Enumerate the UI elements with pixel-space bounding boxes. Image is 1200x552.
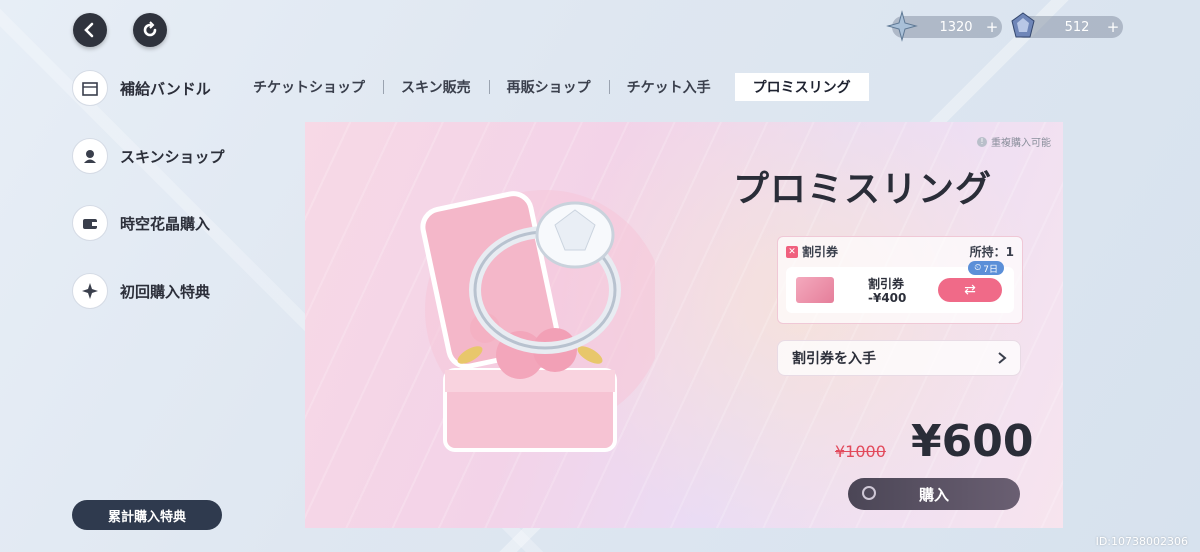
coupon-header: ✕ 割引券 所持：1: [786, 243, 1014, 260]
compass-icon: [72, 273, 108, 309]
refresh-button[interactable]: [133, 13, 167, 47]
product-title: プロミスリング: [733, 169, 993, 210]
tab-ticket-shop[interactable]: チケットショップ: [235, 73, 383, 101]
swap-coupon-button[interactable]: ⇄: [938, 278, 1002, 302]
sidebar-item-label: 初回購入特典: [120, 282, 211, 301]
swap-icon: ⇄: [964, 282, 976, 298]
sidebar-item-crystal-purchase[interactable]: 時空花晶購入: [72, 203, 210, 243]
currency-star-crystal: 1320 +: [886, 10, 1002, 42]
cumulative-purchase-bonus-button[interactable]: 累計購入特典: [72, 500, 222, 530]
coupon-tag-icon: ✕: [786, 245, 798, 258]
sidebar-item-skin-shop[interactable]: スキンショップ: [72, 136, 225, 176]
coupon-expiry-badge: ⏲ 7日: [968, 261, 1004, 275]
tab-get-ticket[interactable]: チケット入手: [608, 73, 729, 101]
info-icon: !: [977, 136, 987, 147]
coupon-card[interactable]: 割引券 -¥400 ⏲ 7日 ⇄: [786, 261, 1014, 313]
currency-blue-crystal: 512 +: [1011, 12, 1123, 38]
refresh-icon: [143, 21, 157, 37]
duplicate-purchase-note: ! 重複購入可能: [977, 134, 1051, 149]
sale-price: ¥600: [911, 416, 1034, 467]
star-crystal-icon: [886, 10, 918, 42]
buy-button[interactable]: 購入: [848, 478, 1020, 510]
currency-value: 512: [1064, 19, 1090, 35]
coupon-ticket-icon: [796, 277, 834, 303]
clock-icon: ⏲: [974, 263, 982, 273]
coupon-days-text: 7日: [983, 264, 998, 275]
original-price: ¥1000: [835, 442, 886, 461]
add-currency-button[interactable]: +: [1103, 18, 1123, 36]
coupon-value: -¥400: [868, 291, 907, 305]
coupon-panel: ✕ 割引券 所持：1 割引券 -¥400 ⏲ 7日 ⇄: [777, 236, 1023, 324]
tab-skin-sale[interactable]: スキン販売: [383, 73, 489, 101]
ring-box-illustration: [420, 190, 655, 452]
sidebar-item-label: 補給バンドル: [120, 79, 211, 98]
sidebar-item-label: 時空花晶購入: [120, 214, 211, 233]
chevron-right-icon: [998, 352, 1007, 364]
coupon-owned: 所持：1: [969, 245, 1014, 259]
add-currency-button[interactable]: +: [982, 18, 1002, 36]
buy-ring-icon: [862, 486, 876, 500]
duplicate-note-text: 重複購入可能: [991, 138, 1051, 149]
sidebar-item-supply-bundle[interactable]: 補給バンドル: [72, 68, 211, 108]
user-id: ID:10738002306: [1095, 535, 1188, 548]
product-card: ! 重複購入可能 プロミスリング ✕ 割引券 所持：1 割引券 -¥400 ⏲ …: [305, 122, 1063, 528]
coupon-label: ✕ 割引券: [786, 243, 838, 260]
shop-tabs: チケットショップ スキン販売 再販ショップ チケット入手 プロミスリング: [235, 73, 869, 101]
get-coupon-button[interactable]: 割引券を入手: [777, 340, 1021, 376]
calendar-icon: [72, 70, 108, 106]
chevron-left-icon: [84, 22, 94, 38]
back-button[interactable]: [73, 13, 107, 47]
sidebar-item-first-purchase[interactable]: 初回購入特典: [72, 271, 210, 311]
sidebar-item-label: スキンショップ: [120, 147, 225, 166]
tab-promise-ring[interactable]: プロミスリング: [734, 73, 869, 101]
buy-label: 購入: [918, 485, 949, 504]
coupon-label-text: 割引券: [802, 245, 839, 259]
skin-icon: [72, 138, 108, 174]
wallet-icon: [72, 205, 108, 241]
tab-resale-shop[interactable]: 再販ショップ: [488, 73, 609, 101]
blue-crystal-icon: [1011, 12, 1035, 38]
currency-value: 1320: [939, 19, 973, 35]
coupon-name: 割引券: [868, 277, 905, 291]
get-coupon-label: 割引券を入手: [792, 351, 876, 367]
